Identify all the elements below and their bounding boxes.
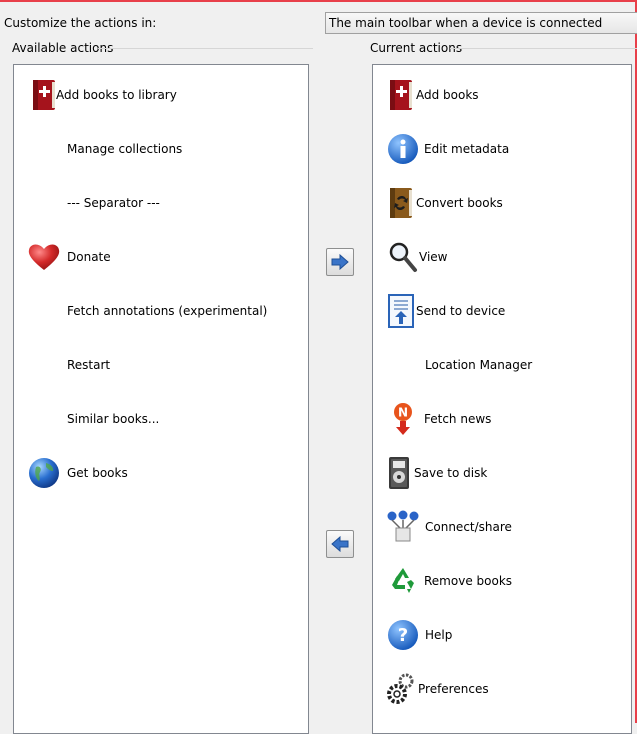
list-item[interactable]: Fetch annotations (experimental) bbox=[14, 291, 308, 331]
list-item[interactable]: --- Separator --- bbox=[14, 183, 308, 223]
available-actions-list[interactable]: Add books to library Manage collections … bbox=[13, 64, 309, 734]
list-item[interactable]: Restart bbox=[14, 345, 308, 385]
add-action-button[interactable] bbox=[326, 248, 354, 276]
toolbar-select[interactable]: The main toolbar when a device is connec… bbox=[325, 12, 637, 34]
info-icon bbox=[385, 131, 421, 167]
remove-action-button[interactable] bbox=[326, 530, 354, 558]
arrow-right-icon bbox=[331, 254, 349, 270]
available-group-line bbox=[98, 48, 313, 49]
list-item[interactable]: Edit metadata bbox=[373, 129, 631, 169]
window-border-top bbox=[0, 0, 637, 2]
gear-icon bbox=[383, 671, 419, 707]
customize-label: Customize the actions in: bbox=[4, 16, 157, 30]
news-icon: N bbox=[385, 401, 421, 437]
magnifier-icon bbox=[385, 239, 421, 275]
list-item[interactable]: Add books to library bbox=[14, 75, 308, 115]
save-disk-icon bbox=[381, 455, 417, 491]
list-item[interactable]: Preferences bbox=[373, 669, 631, 709]
network-icon bbox=[385, 509, 421, 545]
list-item[interactable]: N Fetch news bbox=[373, 399, 631, 439]
send-device-icon bbox=[383, 293, 419, 329]
list-item[interactable]: Add books bbox=[373, 75, 631, 115]
list-item[interactable]: Send to device bbox=[373, 291, 631, 331]
list-item[interactable]: Get books bbox=[14, 453, 308, 493]
list-item[interactable]: Connect/share bbox=[373, 507, 631, 547]
help-icon: ? bbox=[385, 617, 421, 653]
globe-icon bbox=[26, 455, 62, 491]
arrow-left-icon bbox=[331, 536, 349, 552]
current-actions-list[interactable]: Add books Edit metadata Convert books Vi… bbox=[372, 64, 632, 734]
recycle-icon bbox=[385, 563, 421, 599]
current-actions-label: Current actions bbox=[370, 41, 463, 55]
add-book-icon bbox=[383, 77, 419, 113]
svg-text:?: ? bbox=[398, 625, 408, 646]
list-item[interactable]: View bbox=[373, 237, 631, 277]
list-item[interactable]: Convert books bbox=[373, 183, 631, 223]
list-item[interactable]: Donate bbox=[14, 237, 308, 277]
current-group-line bbox=[450, 48, 637, 49]
heart-icon bbox=[26, 239, 62, 275]
list-item[interactable]: ? Help bbox=[373, 615, 631, 655]
convert-icon bbox=[383, 185, 419, 221]
list-item[interactable]: Manage collections bbox=[14, 129, 308, 169]
list-item[interactable]: Similar books... bbox=[14, 399, 308, 439]
list-item[interactable]: Save to disk bbox=[373, 453, 631, 493]
svg-text:N: N bbox=[398, 406, 408, 420]
list-item[interactable]: Remove books bbox=[373, 561, 631, 601]
list-item[interactable]: Location Manager bbox=[373, 345, 631, 385]
